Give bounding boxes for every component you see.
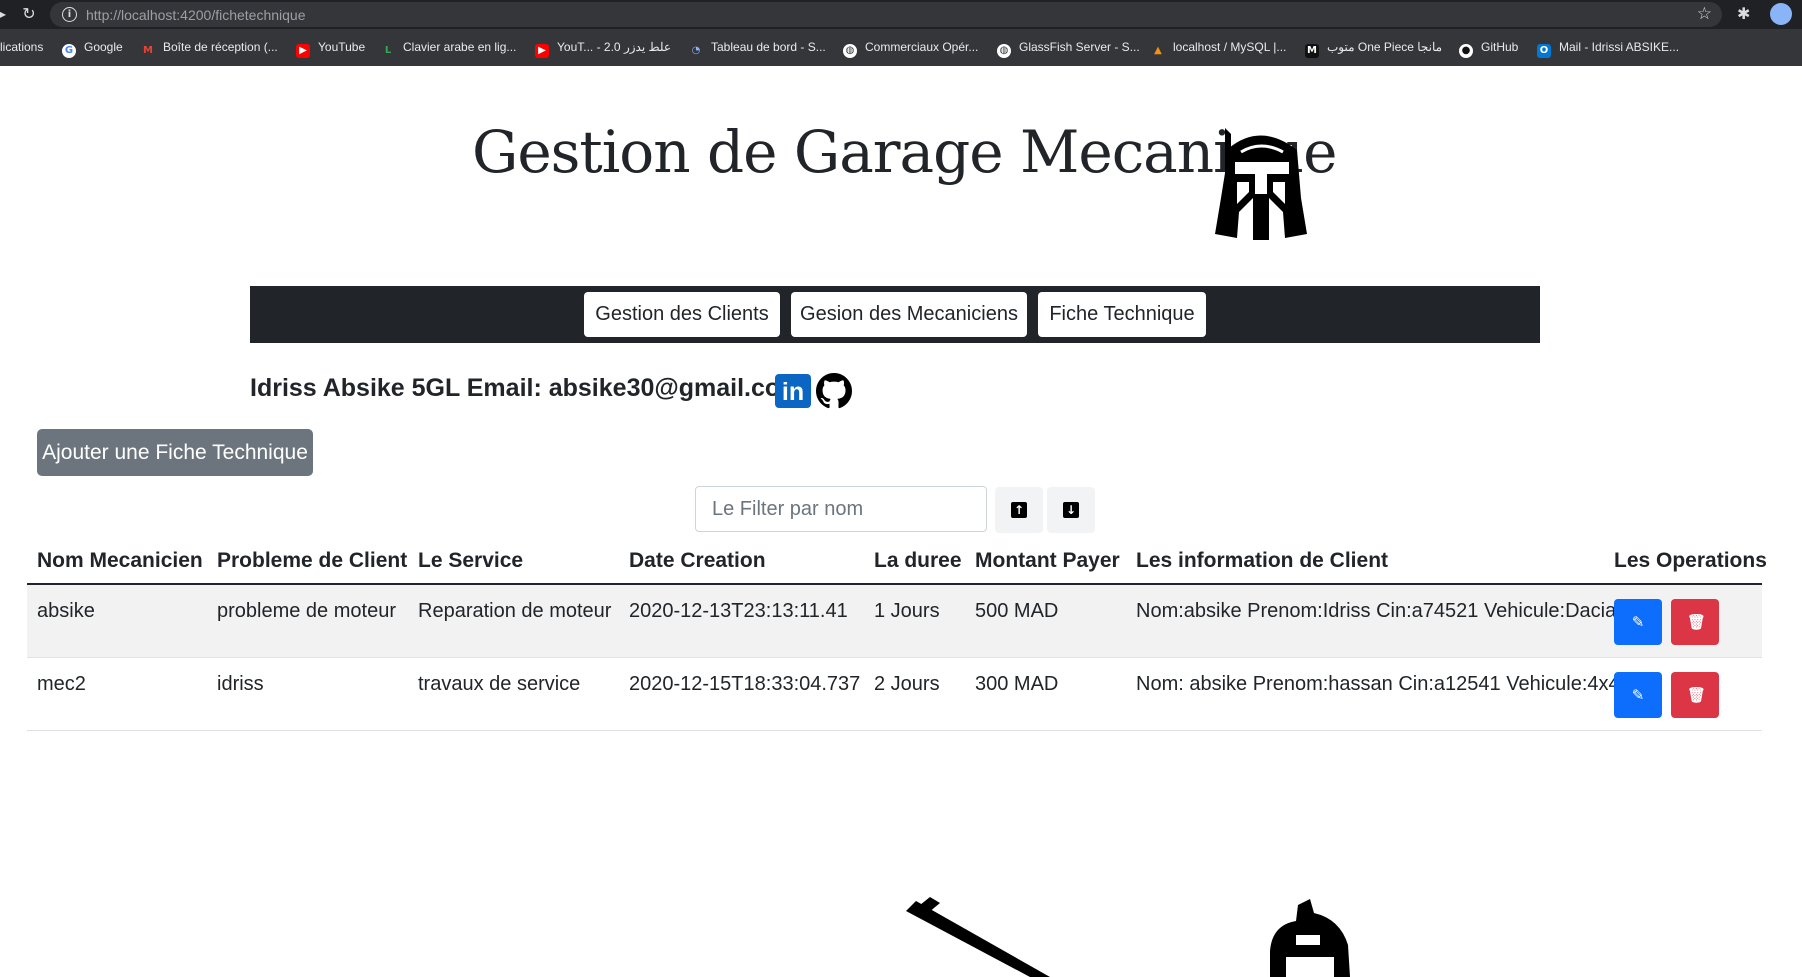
sort-asc-button[interactable]: ↑ (995, 487, 1043, 533)
address-bar[interactable]: i http://localhost:4200/fichetechnique ☆ (50, 2, 1722, 27)
col-header-service[interactable]: Le Service (418, 549, 523, 573)
nav-gestion-mecaniciens[interactable]: Gesion des Mecaniciens (791, 292, 1027, 337)
col-header-probleme[interactable]: Probleme de Client (217, 549, 407, 573)
col-header-montant[interactable]: Montant Payer (975, 549, 1120, 573)
bookmark-item[interactable]: ▶ YouTube (296, 40, 365, 58)
page-title: Gestion de Garage Mecanique (472, 118, 1337, 186)
bookmark-star-icon[interactable]: ☆ (1697, 4, 1712, 24)
linkedin-icon[interactable]: in (775, 374, 811, 408)
bookmark-item[interactable]: ◍ Commerciaux Opér... (843, 40, 978, 58)
cell-duree: 2 Jours (874, 673, 940, 695)
youtube-icon: ▶ (296, 44, 310, 58)
bookmark-item[interactable]: ● GitHub (1459, 40, 1518, 58)
col-header-client-info[interactable]: Les information de Client (1136, 549, 1388, 573)
author-info: Idriss Absike 5GL Email: absike30@gmail.… (250, 374, 803, 402)
gmail-icon: M (143, 45, 153, 56)
trash-icon: 🗑 (1687, 686, 1707, 704)
delete-button[interactable]: 🗑 (1671, 599, 1719, 645)
globe-icon: ◍ (997, 44, 1011, 58)
forward-icon[interactable]: ▸ (0, 4, 12, 24)
cell-service: travaux de service (418, 673, 581, 695)
keyboard-icon: L (384, 45, 392, 56)
cell-service: Reparation de moteur (418, 600, 612, 622)
main-navbar: Gestion des Clients Gesion des Mecanicie… (250, 286, 1540, 343)
table-row: mec2 idriss travaux de service 2020-12-1… (27, 658, 1762, 731)
google-icon: G (62, 44, 76, 58)
sort-desc-button[interactable]: ↓ (1047, 487, 1095, 533)
bookmark-item[interactable]: L Clavier arabe en lig... (381, 40, 517, 58)
github-icon[interactable] (816, 373, 852, 409)
cell-mecanicien: mec2 (37, 673, 86, 695)
cell-montant: 500 MAD (975, 600, 1059, 622)
url-text[interactable]: http://localhost:4200/fichetechnique (86, 7, 306, 23)
edit-icon: ✎ (1631, 613, 1645, 631)
phpmyadmin-icon: ▲ (1154, 45, 1162, 56)
bookmark-item[interactable]: ▲ localhost / MySQL |... (1151, 40, 1286, 58)
cell-client-info: Nom:absike Prenom:Idriss Cin:a74521 Vehi… (1136, 600, 1617, 622)
cell-client-info: Nom: absike Prenom:hassan Cin:a12541 Veh… (1136, 673, 1620, 695)
cell-date: 2020-12-13T23:13:11.41 (629, 600, 848, 622)
add-fiche-button[interactable]: Ajouter une Fiche Technique (37, 429, 313, 476)
bookmark-item[interactable]: M Boîte de réception (... (141, 40, 278, 58)
bookmark-item[interactable]: ▶ YouT... - 2.0 علط يدزر (535, 40, 671, 58)
bookmark-item[interactable]: O Mail - Idrissi ABSIKE... (1537, 40, 1679, 58)
outlook-icon: O (1537, 44, 1551, 58)
dashboard-icon: ◔ (691, 45, 701, 56)
nav-fiche-technique[interactable]: Fiche Technique (1038, 292, 1206, 337)
cell-duree: 1 Jours (874, 600, 940, 622)
helmet-logo-icon (1215, 128, 1307, 240)
bookmark-item[interactable]: ◔ Tableau de bord - S... (689, 40, 826, 58)
bookmark-item[interactable]: lications (0, 40, 43, 54)
manga-icon: M (1305, 44, 1319, 58)
edit-icon: ✎ (1631, 686, 1645, 704)
arrow-up-icon: ↑ (1011, 502, 1027, 518)
nav-gestion-clients[interactable]: Gestion des Clients (584, 292, 780, 337)
youtube-icon: ▶ (535, 44, 549, 58)
arrow-down-icon: ↓ (1063, 502, 1079, 518)
cell-date: 2020-12-15T18:33:04.737 (629, 673, 861, 695)
delete-button[interactable]: 🗑 (1671, 672, 1719, 718)
cell-mecanicien: absike (37, 600, 95, 622)
cell-montant: 300 MAD (975, 673, 1059, 695)
reload-icon[interactable]: ↻ (19, 4, 39, 24)
github-icon: ● (1459, 44, 1473, 58)
table-row: absike probleme de moteur Reparation de … (27, 585, 1762, 658)
filter-input[interactable] (695, 486, 987, 532)
cell-probleme: probleme de moteur (217, 600, 396, 622)
col-header-duree[interactable]: La duree (874, 549, 962, 573)
background-illustration (906, 897, 1350, 977)
edit-button[interactable]: ✎ (1614, 672, 1662, 718)
bookmarks-bar: lications G Google M Boîte de réception (.… (0, 29, 1802, 66)
trash-icon: 🗑 (1687, 613, 1707, 631)
profile-avatar[interactable] (1770, 3, 1792, 25)
browser-toolbar: ▸ ↻ i http://localhost:4200/fichetechniq… (0, 0, 1802, 29)
cell-probleme: idriss (217, 673, 264, 695)
extensions-icon[interactable]: ✱ (1737, 4, 1750, 23)
col-header-date[interactable]: Date Creation (629, 549, 766, 573)
col-header-mecanicien[interactable]: Nom Mecanicien (37, 549, 203, 573)
edit-button[interactable]: ✎ (1614, 599, 1662, 645)
bookmark-item[interactable]: ◍ GlassFish Server - S... (997, 40, 1140, 58)
globe-icon: ◍ (843, 44, 857, 58)
site-info-icon[interactable]: i (62, 7, 77, 22)
bookmark-item[interactable]: G Google (62, 40, 123, 58)
bookmark-item[interactable]: M متوب One Piece مانجا (1305, 40, 1442, 58)
col-header-operations[interactable]: Les Operations (1614, 549, 1767, 573)
